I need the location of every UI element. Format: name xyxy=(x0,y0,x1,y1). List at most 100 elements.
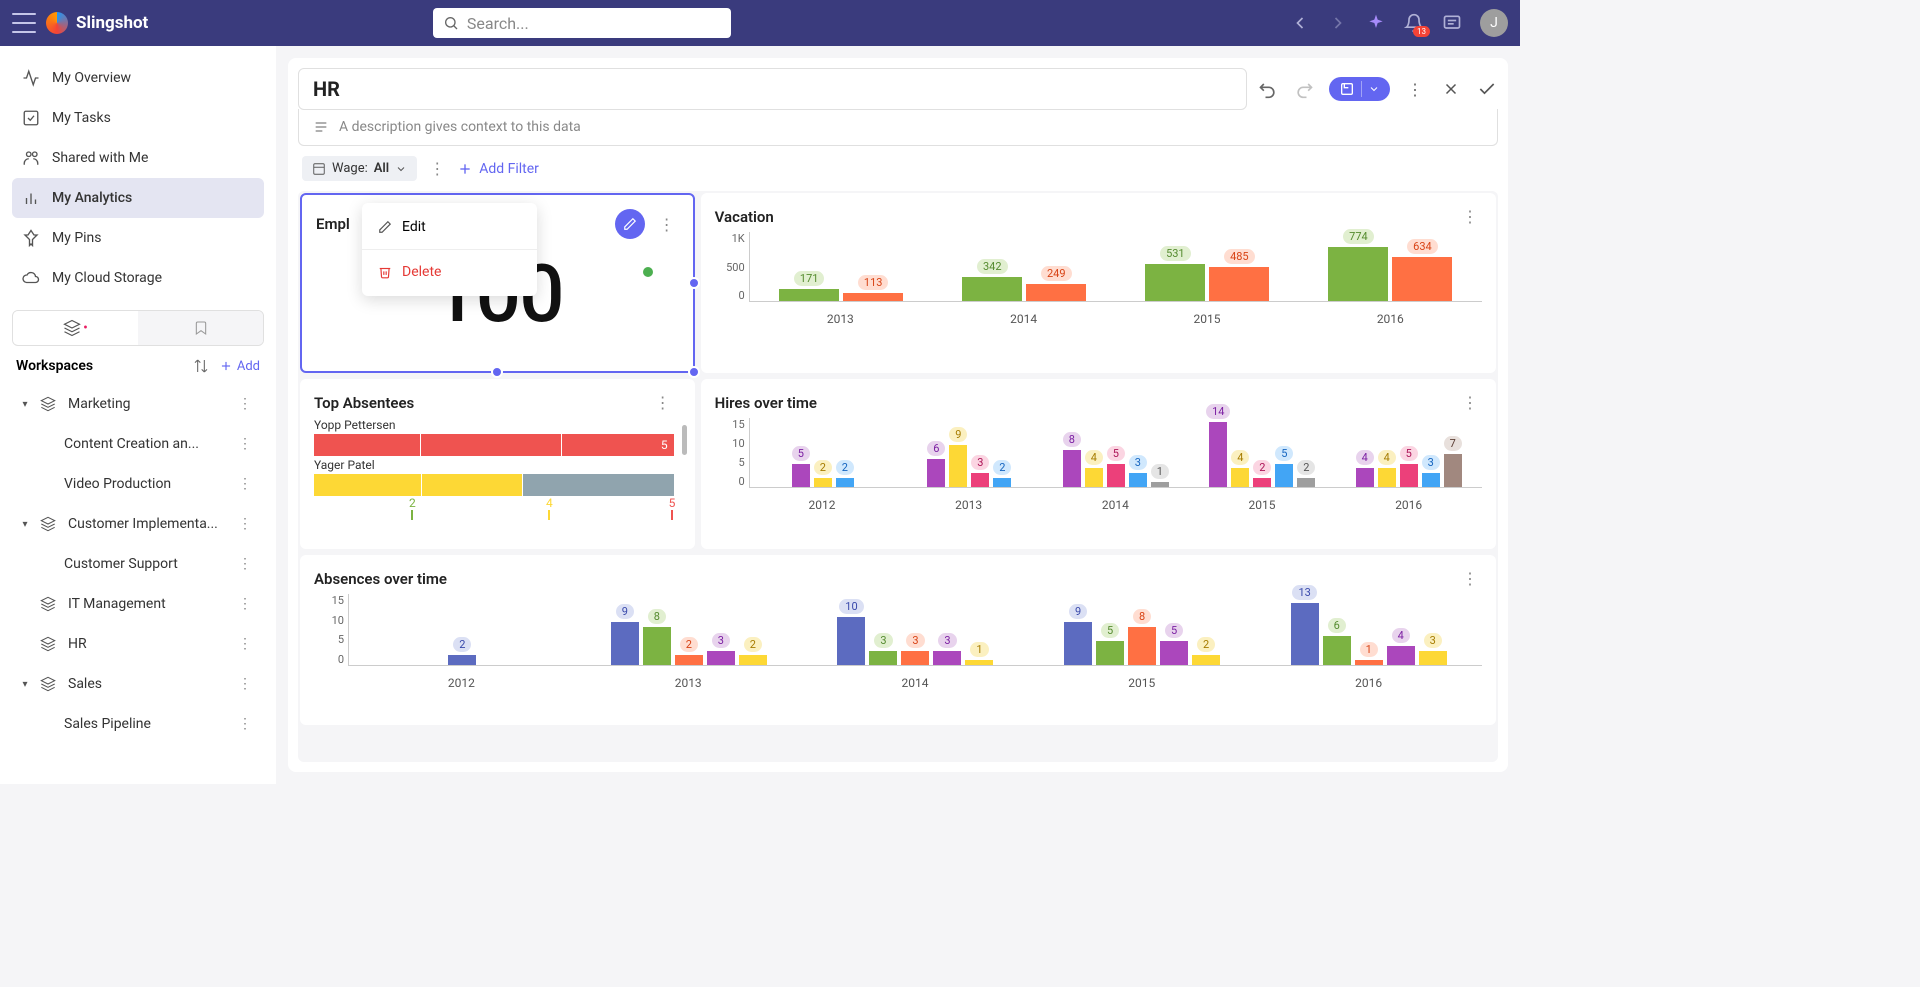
filter-more-button[interactable]: ⋮ xyxy=(429,159,445,178)
notifications-button[interactable]: 13 xyxy=(1404,13,1424,33)
description-placeholder: A description gives context to this data xyxy=(339,119,581,135)
layers-icon xyxy=(63,319,81,337)
menu-toggle-button[interactable] xyxy=(12,13,36,33)
nav-item-label: My Cloud Storage xyxy=(52,270,162,286)
widget-title: Hires over time xyxy=(715,394,817,412)
widget-hires[interactable]: Hires over time ⋮ 1510505226932845311442… xyxy=(701,379,1496,549)
workspace-more-button[interactable]: ⋮ xyxy=(232,396,258,412)
workspace-child-item[interactable]: Sales Pipeline⋮ xyxy=(12,704,264,744)
ai-sparkle-icon[interactable] xyxy=(1366,13,1386,33)
toggle-workspaces[interactable]: • xyxy=(13,311,138,345)
widget-more-button[interactable]: ⋮ xyxy=(1458,393,1482,412)
workspace-child-item[interactable]: Customer Support⋮ xyxy=(12,544,264,584)
dashboard-title-input[interactable] xyxy=(298,68,1247,110)
widget-title: Absences over time xyxy=(314,570,447,588)
nav-forward-button[interactable] xyxy=(1328,13,1348,33)
nav-item-label: My Overview xyxy=(52,70,131,86)
more-options-button[interactable]: ⋮ xyxy=(1404,78,1426,100)
workspace-item[interactable]: ▾Customer Implementa...⋮ xyxy=(12,504,264,544)
top-absentees-chart: Yopp Pettersen5Yager Patel245 xyxy=(314,418,675,518)
resize-handle-bottom[interactable] xyxy=(491,366,503,378)
pencil-icon xyxy=(378,220,392,234)
workspace-more-button[interactable]: ⋮ xyxy=(232,436,258,452)
workspace-more-button[interactable]: ⋮ xyxy=(232,716,258,732)
save-split-button[interactable] xyxy=(1329,77,1390,101)
workspace-icon xyxy=(40,596,60,612)
app-logo[interactable]: Slingshot xyxy=(46,12,148,34)
workspace-item[interactable]: ▾Marketing⋮ xyxy=(12,384,264,424)
edit-widget-button[interactable] xyxy=(615,209,645,239)
filter-icon xyxy=(312,162,326,176)
workspace-item[interactable]: ▾Sales⋮ xyxy=(12,664,264,704)
undo-button[interactable] xyxy=(1257,78,1279,100)
paragraph-icon xyxy=(313,119,329,135)
workspace-more-button[interactable]: ⋮ xyxy=(232,556,258,572)
sidebar-view-toggle: • xyxy=(12,310,264,346)
dashboard-panel: ⋮ A description gives context to this da… xyxy=(288,58,1508,772)
user-avatar[interactable]: J xyxy=(1480,9,1508,37)
search-input[interactable]: Search... xyxy=(433,8,731,38)
nav-list: My Overview My Tasks Shared with Me My Anal… xyxy=(12,58,264,298)
absences-chart: 1510502982321033319585213614320122013201… xyxy=(314,594,1482,690)
widget-top-absentees[interactable]: Top Absentees ⋮ Yopp Pettersen5Yager Pat… xyxy=(300,379,695,549)
workspace-child-item[interactable]: Content Creation an...⋮ xyxy=(12,424,264,464)
chevron-down-icon xyxy=(395,163,407,175)
ctx-delete-button[interactable]: Delete xyxy=(362,254,537,290)
widget-more-button[interactable]: ⋮ xyxy=(651,393,675,412)
sort-icon[interactable] xyxy=(193,358,209,374)
nav-item-analytics[interactable]: My Analytics xyxy=(12,178,264,218)
filter-wage-chip[interactable]: Wage: All xyxy=(302,156,417,181)
activity-icon xyxy=(22,69,40,87)
toggle-bookmarks[interactable] xyxy=(138,311,263,345)
expand-caret-icon[interactable]: ▾ xyxy=(18,679,32,690)
widget-absences[interactable]: Absences over time ⋮ 1510502982321033319… xyxy=(300,555,1496,725)
workspace-more-button[interactable]: ⋮ xyxy=(232,636,258,652)
widget-vacation[interactable]: Vacation ⋮ 1K500017111334224953148577463… xyxy=(701,193,1496,373)
close-button[interactable] xyxy=(1440,78,1462,100)
nav-item-label: My Analytics xyxy=(52,190,132,206)
widget-employees[interactable]: Empl ⋮ 100 xyxy=(300,193,695,373)
description-input[interactable]: A description gives context to this data xyxy=(298,109,1498,146)
add-workspace-button[interactable]: Add xyxy=(219,359,260,374)
workspace-more-button[interactable]: ⋮ xyxy=(232,476,258,492)
nav-item-label: My Pins xyxy=(52,230,102,246)
widget-title: Vacation xyxy=(715,208,774,226)
chat-button[interactable] xyxy=(1442,13,1462,33)
dashboard-canvas[interactable]: Empl ⋮ 100 xyxy=(298,191,1498,762)
nav-item-pins[interactable]: My Pins xyxy=(12,218,264,258)
cloud-icon xyxy=(22,269,40,287)
save-icon xyxy=(1339,81,1355,97)
workspace-item[interactable]: IT Management⋮ xyxy=(12,584,264,624)
sidebar: My Overview My Tasks Shared with Me My Anal… xyxy=(0,46,276,784)
nav-item-shared[interactable]: Shared with Me xyxy=(12,138,264,178)
nav-item-overview[interactable]: My Overview xyxy=(12,58,264,98)
check-icon xyxy=(22,109,40,127)
workspace-more-button[interactable]: ⋮ xyxy=(232,676,258,692)
expand-caret-icon[interactable]: ▾ xyxy=(18,399,32,410)
mini-scrollbar[interactable] xyxy=(682,425,687,455)
nav-item-cloud[interactable]: My Cloud Storage xyxy=(12,258,264,298)
pin-icon xyxy=(22,229,40,247)
resize-handle-right[interactable] xyxy=(688,277,700,289)
share-icon xyxy=(22,149,40,167)
widget-more-button[interactable]: ⋮ xyxy=(1458,207,1482,226)
workspace-item[interactable]: HR⋮ xyxy=(12,624,264,664)
redo-button[interactable] xyxy=(1293,78,1315,100)
resize-handle-corner[interactable] xyxy=(688,366,700,378)
workspace-child-item[interactable]: Video Production⋮ xyxy=(12,464,264,504)
nav-back-button[interactable] xyxy=(1290,13,1310,33)
workspace-label: IT Management xyxy=(68,596,232,612)
hires-chart: 1510505226932845311442524453720122013201… xyxy=(715,418,1482,512)
confirm-button[interactable] xyxy=(1476,78,1498,100)
nav-item-tasks[interactable]: My Tasks xyxy=(12,98,264,138)
add-filter-button[interactable]: Add Filter xyxy=(457,161,539,177)
widget-more-button[interactable]: ⋮ xyxy=(1458,569,1482,588)
workspace-more-button[interactable]: ⋮ xyxy=(232,516,258,532)
status-indicator xyxy=(643,267,653,277)
workspace-child-label: Content Creation an... xyxy=(64,436,232,452)
ctx-edit-button[interactable]: Edit xyxy=(362,209,537,245)
expand-caret-icon[interactable]: ▾ xyxy=(18,519,32,530)
workspace-more-button[interactable]: ⋮ xyxy=(232,596,258,612)
widget-more-button[interactable]: ⋮ xyxy=(655,215,679,234)
nav-item-label: Shared with Me xyxy=(52,150,148,166)
